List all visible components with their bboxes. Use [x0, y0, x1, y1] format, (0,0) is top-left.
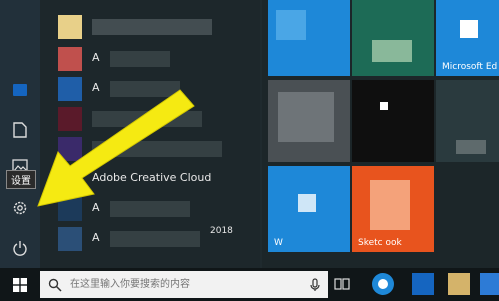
list-item[interactable]: [50, 104, 250, 134]
app-icon: [58, 15, 82, 39]
search-icon: [48, 278, 62, 292]
tile-label: W: [274, 238, 283, 248]
list-item[interactable]: [50, 12, 250, 42]
list-item[interactable]: A 2018: [50, 224, 250, 254]
microphone-icon[interactable]: [310, 277, 320, 292]
app-icon: [58, 77, 82, 101]
power-button[interactable]: [0, 230, 40, 266]
settings-button[interactable]: [0, 190, 40, 226]
tile[interactable]: [436, 80, 499, 162]
app-icon: [58, 47, 82, 71]
taskbar-app[interactable]: [480, 273, 499, 295]
app-label: A: [92, 231, 100, 244]
app-list[interactable]: A A Adobe Creative Cloud A A 2018: [40, 0, 260, 268]
start-menu-rail: [0, 0, 40, 268]
taskbar: [0, 268, 499, 301]
taskbar-app[interactable]: [448, 273, 470, 295]
app-icon: [58, 137, 82, 161]
power-icon: [13, 241, 27, 256]
tile-label: Microsoft Ed: [442, 62, 498, 72]
edge-icon: [378, 279, 388, 289]
windows-icon: [13, 277, 27, 292]
taskbar-app[interactable]: [412, 273, 434, 295]
tile-sketchbook[interactable]: Sketc ook: [352, 166, 434, 252]
folder-icon: [13, 84, 27, 96]
search-input[interactable]: [68, 278, 302, 291]
app-label: Adobe Creative Cloud: [92, 171, 212, 184]
task-view-icon: [334, 278, 350, 290]
app-icon: [58, 167, 82, 191]
tile[interactable]: [352, 0, 434, 76]
documents-button[interactable]: [0, 112, 40, 148]
tile-label: Sketc ook: [358, 238, 402, 248]
tile-area: Microsoft Ed W Sketc ook: [262, 0, 499, 268]
document-icon: [13, 122, 27, 138]
task-view-button[interactable]: [334, 276, 350, 292]
start-button[interactable]: [0, 268, 40, 301]
list-item[interactable]: [50, 134, 250, 164]
settings-gear-icon: [13, 201, 27, 215]
app-icon: [58, 227, 82, 251]
app-label: 2018: [210, 226, 233, 236]
tile[interactable]: [268, 0, 350, 76]
tile[interactable]: [352, 80, 434, 162]
taskbar-app-edge[interactable]: [372, 273, 394, 295]
app-icon: [58, 197, 82, 221]
settings-tooltip: 设置: [6, 170, 36, 189]
app-label: A: [92, 51, 100, 64]
list-item[interactable]: Adobe Creative Cloud: [50, 164, 250, 194]
taskbar-search-box[interactable]: [40, 271, 328, 298]
tile[interactable]: W: [268, 166, 350, 252]
list-item[interactable]: A: [50, 44, 250, 74]
app-icon: [58, 107, 82, 131]
user-account-button[interactable]: [0, 72, 40, 108]
tile[interactable]: [268, 80, 350, 162]
list-item[interactable]: A: [50, 194, 250, 224]
app-label: A: [92, 81, 100, 94]
list-item[interactable]: A: [50, 74, 250, 104]
tile-microsoft-edge[interactable]: Microsoft Ed: [436, 0, 499, 76]
edge-icon: [460, 20, 478, 38]
app-label: A: [92, 201, 100, 214]
